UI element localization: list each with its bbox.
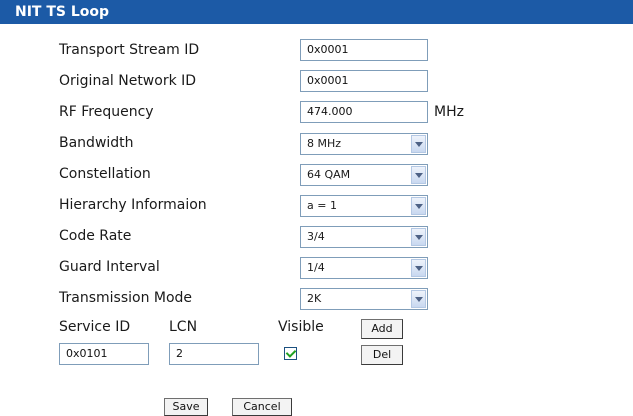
guard-interval-select[interactable]: 1/4 [300,257,428,279]
service-id-input[interactable]: 0x0101 [59,343,149,365]
chevron-down-icon[interactable] [411,166,426,184]
visible-checkbox[interactable] [284,347,297,360]
lcn-label: LCN [169,319,198,335]
original-network-id-input[interactable]: 0x0001 [300,70,428,92]
service-id-label: Service ID [59,319,131,335]
del-button[interactable]: Del [361,345,403,365]
rf-frequency-input[interactable]: 474.000 [300,101,428,123]
bandwidth-value: 8 MHz [307,137,342,150]
constellation-value: 64 QAM [307,168,351,181]
save-button[interactable]: Save [164,398,208,416]
hierarchy-value: a = 1 [307,199,337,212]
bandwidth-label: Bandwidth [59,135,134,151]
chevron-down-icon[interactable] [411,290,426,308]
original-network-id-label: Original Network ID [59,73,197,89]
window-title: NIT TS Loop [0,0,633,24]
code-rate-value: 3/4 [307,230,325,243]
chevron-down-icon[interactable] [411,228,426,246]
chevron-down-icon[interactable] [411,259,426,277]
rf-frequency-unit: MHz [434,104,464,120]
lcn-input[interactable]: 2 [169,343,259,365]
rf-frequency-label: RF Frequency [59,104,154,120]
hierarchy-select[interactable]: a = 1 [300,195,428,217]
code-rate-label: Code Rate [59,228,132,244]
hierarchy-label: Hierarchy Informaion [59,197,207,213]
chevron-down-icon[interactable] [411,135,426,153]
guard-interval-value: 1/4 [307,261,325,274]
bandwidth-select[interactable]: 8 MHz [300,133,428,155]
cancel-button[interactable]: Cancel [232,398,292,416]
transmission-mode-value: 2K [307,292,322,305]
chevron-down-icon[interactable] [411,197,426,215]
transmission-mode-select[interactable]: 2K [300,288,428,310]
constellation-select[interactable]: 64 QAM [300,164,428,186]
transport-stream-id-label: Transport Stream ID [59,42,200,58]
transmission-mode-label: Transmission Mode [59,290,193,306]
code-rate-select[interactable]: 3/4 [300,226,428,248]
add-button[interactable]: Add [361,319,403,339]
guard-interval-label: Guard Interval [59,259,160,275]
visible-label: Visible [278,319,324,335]
transport-stream-id-input[interactable]: 0x0001 [300,39,428,61]
constellation-label: Constellation [59,166,151,182]
